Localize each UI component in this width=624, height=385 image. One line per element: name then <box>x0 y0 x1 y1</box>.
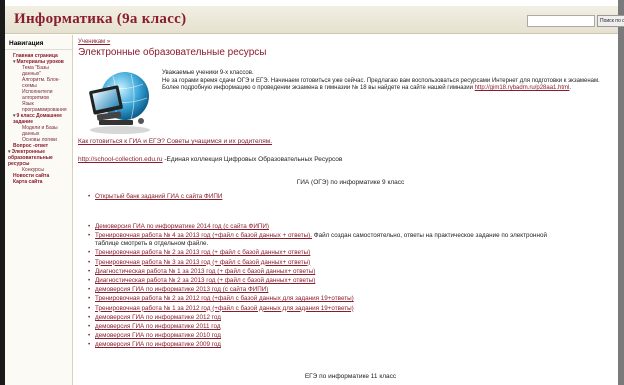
resource-link[interactable]: Открытый банк заданий ГИА с сайта ФИПИ <box>95 193 222 200</box>
school-collection-link[interactable]: http://school-collection.edu.ru <box>78 156 163 163</box>
collection-line: http://school-collection.edu.ru -Единая … <box>78 156 342 163</box>
sidebar-navigation: Навигация Главная страница ▾Материалы уро… <box>5 35 73 385</box>
computer-globe-icon <box>89 72 150 134</box>
resource-link[interactable]: Тренировочная работа № 4 за 2013 год (+ф… <box>95 232 312 239</box>
resource-link[interactable]: Тренировочная работа № 3 за 2013 год (+ … <box>95 259 310 266</box>
site-title[interactable]: Информатика (9а класс) <box>14 11 186 28</box>
search-button[interactable]: Поиск по сайту <box>597 15 624 27</box>
search-input[interactable] <box>527 15 595 27</box>
resource-note: Файл создан самостоятельно, ответы на пр… <box>312 232 547 240</box>
resource-link[interactable]: Тренировочная работа № 2 за 2013 год (+ … <box>95 249 310 256</box>
expand-arrow-icon[interactable]: ▾ <box>13 59 16 65</box>
resource-list-item: Диагностическая работа № 2 за 2013 год (… <box>88 276 547 285</box>
fipi-bank-list: Открытый банк заданий ГИА с сайта ФИПИ <box>88 192 222 201</box>
resource-list-item: демоверсия ГИА по информатике 2012 год <box>88 313 547 322</box>
sidebar-items: Главная страница ▾Материалы уроков Тема "Б… <box>5 53 72 185</box>
breadcrumb[interactable]: Ученикам » <box>78 39 110 45</box>
resource-link[interactable]: Диагностическая работа № 1 за 2013 год (… <box>95 268 315 275</box>
resource-link[interactable]: демоверсия ГИА по информатике 2013 год (… <box>95 286 268 293</box>
resource-link[interactable]: демоверсия ГИА по информатике 2011 год <box>95 323 221 330</box>
resource-list-item: Демоверсия ГИА по информатике 2014 год (… <box>88 222 547 231</box>
resource-list-item: демоверсия ГИА по информатике 2009 год <box>88 340 547 349</box>
resource-list-item: Диагностическая работа № 1 за 2013 год (… <box>88 267 547 276</box>
resources-list: Демоверсия ГИА по информатике 2014 год (… <box>88 222 547 350</box>
preparation-advice-link[interactable]: Как готовиться к ГИА и ЕГЭ? Советы учащи… <box>78 138 272 145</box>
page-title: Электронные образовательные ресурсы <box>78 47 267 58</box>
resource-list-item: демоверсия ГИА по информатике 2011 год <box>88 322 547 331</box>
resource-list-item: Тренировочная работа № 2 за 2013 год (+ … <box>88 248 547 257</box>
resource-link[interactable]: демоверсия ГИА по информатике 2012 год <box>95 314 221 321</box>
resource-list-item: демоверсия ГИА по информатике 2013 год (… <box>88 285 547 294</box>
resource-list-item: Тренировочная работа № 2 за 2012 год (+ф… <box>88 294 547 303</box>
resource-link[interactable]: демоверсия ГИА по информатике 2009 год <box>95 341 221 348</box>
collection-description: -Единая коллекция Цифровых Образовательн… <box>162 156 343 163</box>
ege-section-heading: ЕГЭ по информатике 11 класс <box>304 373 397 380</box>
resource-link[interactable]: Тренировочная работа № 2 за 2012 год (+ф… <box>95 295 354 302</box>
intro-text: Уважаемые ученики 9-х классов. Не за гор… <box>162 70 617 93</box>
intro-greeting: Уважаемые ученики 9-х классов. <box>162 70 254 76</box>
site-header: Информатика (9а класс) Поиск по сайту <box>5 6 624 34</box>
resource-list-item: Тренировочная работа № 3 за 2013 год (+ … <box>88 258 547 267</box>
resource-link[interactable]: Диагностическая работа № 2 за 2013 год (… <box>95 277 315 284</box>
resource-note-continued: таблице смотреть в отдельном файле. <box>95 240 209 248</box>
sidebar-heading: Навигация <box>5 35 72 50</box>
sidebar-item-label: Карта сайта <box>13 179 43 185</box>
gymnasium-link[interactable]: http://gim18.rybadm.ru/p28aa1.html <box>475 85 570 91</box>
resource-list-item: Открытый банк заданий ГИА с сайта ФИПИ <box>88 192 222 201</box>
resource-link[interactable]: Демоверсия ГИА по информатике 2014 год (… <box>95 223 269 230</box>
oge-section-heading: ГИА (ОГЭ) по информатике 9 класс <box>296 179 405 186</box>
resource-list-item: демоверсия ГИА по информатике 2010 год <box>88 331 547 340</box>
resource-list-item: Тренировочная работа № 4 за 2013 год (+ф… <box>88 231 547 248</box>
resource-link[interactable]: Тренировочная работа № 1 за 2012 год (+ф… <box>95 305 354 312</box>
resource-list-item: Тренировочная работа № 1 за 2012 год (+ф… <box>88 304 547 313</box>
intro-end: . <box>569 85 572 92</box>
main-content: Ученикам » Электронные образовательные р… <box>78 35 623 385</box>
resource-link[interactable]: демоверсия ГИА по информатике 2010 год <box>95 332 221 339</box>
sidebar-item[interactable]: Карта сайта <box>5 179 72 185</box>
